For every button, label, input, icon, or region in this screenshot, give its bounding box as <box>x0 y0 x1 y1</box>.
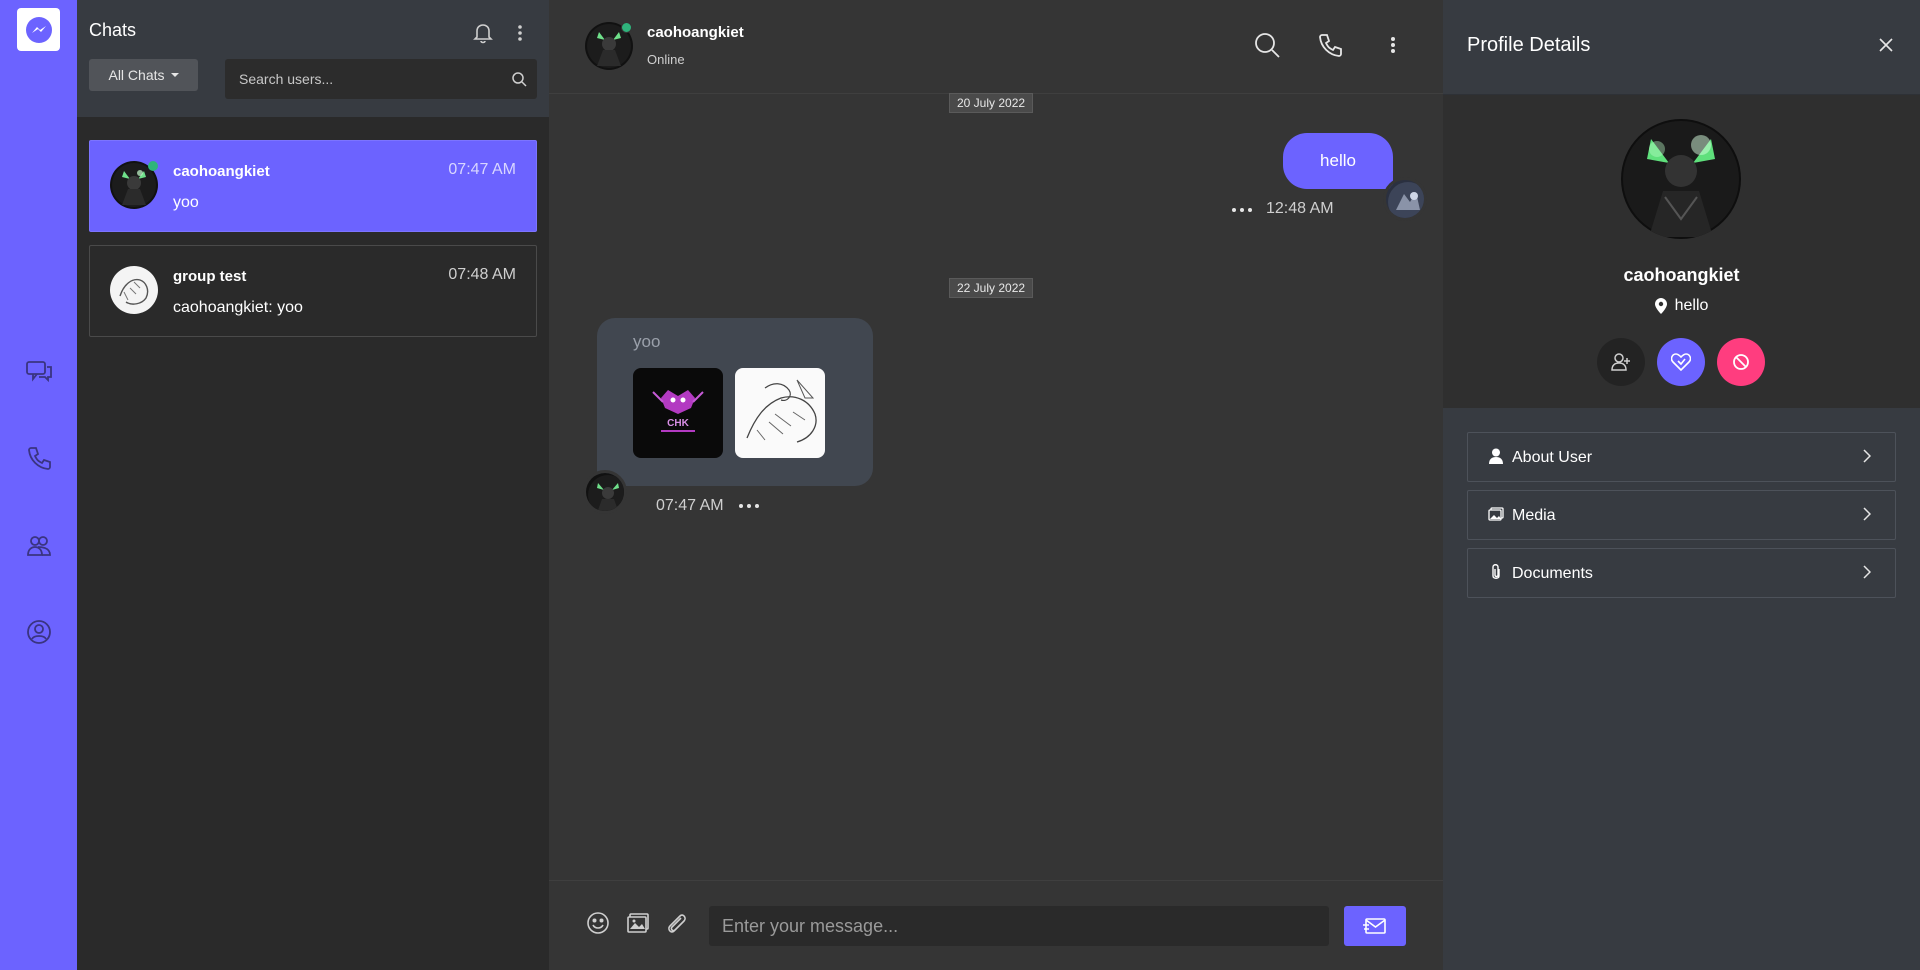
conversation-header: caohoangkiet Online <box>549 0 1443 94</box>
chat-name: caohoangkiet <box>173 163 270 180</box>
chat-time: 07:47 AM <box>448 161 516 178</box>
profile-name: caohoangkiet <box>1623 265 1740 285</box>
section-label: Media <box>1512 507 1556 524</box>
more-vertical-icon[interactable] <box>508 21 532 45</box>
chat-list-panel: Chats All Chats caohoang <box>77 0 549 970</box>
conversation-panel: caohoangkiet Online 20 July 2022 hello 1… <box>549 0 1443 970</box>
caret-down-icon <box>170 73 179 77</box>
location-pin-icon <box>1654 298 1667 314</box>
paperclip-icon <box>1488 564 1504 580</box>
avatar <box>583 470 627 514</box>
chat-list-item[interactable]: group test 07:48 AM caohoangkiet: yoo <box>89 245 537 337</box>
image-icon <box>1488 506 1504 522</box>
bell-icon[interactable] <box>471 21 495 45</box>
block-button[interactable] <box>1717 338 1765 386</box>
chat-list-title: Chats <box>89 20 137 40</box>
chat-name: group test <box>173 268 247 285</box>
all-chats-dropdown[interactable]: All Chats <box>89 59 198 91</box>
svg-text:CHK: CHK <box>667 418 689 429</box>
app: Chats All Chats caohoang <box>0 0 1920 970</box>
calls-icon[interactable] <box>23 442 55 474</box>
add-friend-button[interactable] <box>1597 338 1645 386</box>
search-users-input[interactable] <box>225 59 505 99</box>
more-vertical-icon[interactable] <box>1378 30 1408 60</box>
profile-panel: Profile Details caohoangkiet hello About… <box>1443 0 1920 970</box>
online-indicator <box>148 161 158 171</box>
chat-list-item[interactable]: caohoangkiet 07:47 AM yoo <box>89 140 537 232</box>
chat-time: 07:48 AM <box>448 266 516 283</box>
image-icon[interactable] <box>624 909 652 937</box>
search-icon[interactable] <box>1252 30 1282 60</box>
section-label: About User <box>1512 449 1593 466</box>
chat-list-header: Chats All Chats <box>77 0 549 117</box>
filter-label: All Chats <box>108 67 165 83</box>
message-time: 12:48 AM <box>1266 200 1334 217</box>
profile-icon[interactable] <box>23 616 55 648</box>
favorite-button[interactable] <box>1657 338 1705 386</box>
close-icon[interactable] <box>1876 35 1896 55</box>
avatar <box>1621 119 1741 239</box>
paperclip-icon[interactable] <box>662 909 690 937</box>
chat-preview: yoo <box>173 194 199 211</box>
add-user-icon <box>1611 353 1630 371</box>
block-icon <box>1733 354 1749 370</box>
message-options-icon[interactable] <box>1232 205 1252 215</box>
profile-header: Profile Details <box>1443 0 1920 95</box>
chevron-right-icon <box>1863 449 1872 468</box>
search-box <box>225 59 537 99</box>
message-text: yoo <box>633 332 661 351</box>
profile-card: caohoangkiet hello <box>1443 95 1920 408</box>
image-attachment[interactable]: CHK <box>633 368 723 458</box>
date-separator: 20 July 2022 <box>949 93 1034 113</box>
emoji-icon[interactable] <box>584 909 612 937</box>
message-composer <box>549 880 1443 970</box>
message-time: 07:47 AM <box>656 497 724 514</box>
section-label: Documents <box>1512 565 1593 582</box>
search-icon[interactable] <box>511 71 527 92</box>
contacts-icon[interactable] <box>23 530 55 562</box>
send-button[interactable] <box>1344 906 1406 946</box>
message-input[interactable] <box>709 906 1329 946</box>
location-text: hello <box>1674 297 1709 314</box>
date-separator: 22 July 2022 <box>949 278 1034 298</box>
message-bubble-outgoing[interactable]: hello <box>1283 133 1393 189</box>
phone-icon[interactable] <box>1315 30 1345 60</box>
heart-icon <box>1671 353 1691 371</box>
message-options-icon[interactable] <box>739 501 759 511</box>
chat-preview: caohoangkiet: yoo <box>173 299 303 316</box>
avatar <box>110 266 158 314</box>
message-bubble-incoming[interactable]: yoo CHK <box>597 318 873 486</box>
profile-location: hello <box>1443 297 1920 315</box>
side-rail <box>0 0 77 970</box>
profile-panel-filler <box>1443 630 1920 970</box>
media-section[interactable]: Media <box>1467 490 1896 540</box>
chevron-right-icon <box>1863 565 1872 584</box>
contact-name: caohoangkiet <box>647 24 744 41</box>
profile-title: Profile Details <box>1467 34 1591 56</box>
image-attachment[interactable] <box>735 368 825 458</box>
messenger-logo-icon[interactable] <box>17 8 60 51</box>
chevron-right-icon <box>1863 507 1872 526</box>
documents-section[interactable]: Documents <box>1467 548 1896 598</box>
user-icon <box>1488 448 1504 464</box>
avatar <box>1383 177 1427 221</box>
contact-status: Online <box>647 52 685 67</box>
about-user-section[interactable]: About User <box>1467 432 1896 482</box>
chats-icon[interactable] <box>23 355 55 387</box>
online-indicator <box>621 22 632 33</box>
